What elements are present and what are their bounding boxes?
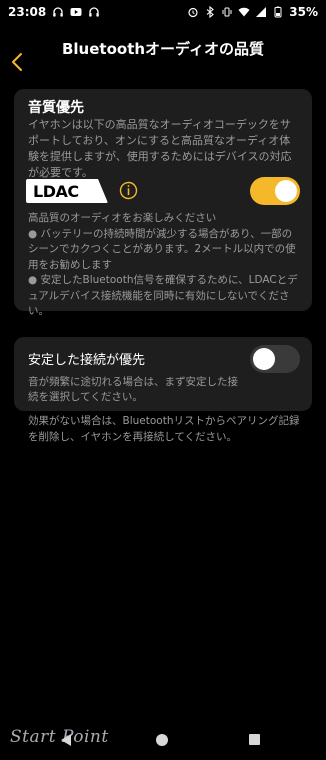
youtube-icon	[70, 6, 82, 18]
ldac-row: LDAC	[26, 177, 300, 207]
stable-connection-description: 音が頻繁に途切れる場合は、まず安定した接続を選択してください。	[28, 376, 238, 403]
signal-icon	[255, 6, 267, 18]
page-title: Bluetoothオーディオの品質	[61, 40, 264, 58]
ldac-label: LDAC	[33, 181, 79, 201]
audio-quality-title: 音質優先	[28, 100, 84, 116]
ldac-description: 高品質のオーディオをお楽しみください ● バッテリーの持続時間が減少する場合があ…	[28, 211, 300, 320]
headphones-icon	[88, 6, 100, 18]
stable-connection-toggle[interactable]	[250, 345, 300, 373]
audio-quality-card: 音質優先 イヤホンは以下の高品質なオーディオコーデックをサポートしており、オンに…	[14, 89, 312, 317]
stable-connection-title: 安定した接続が優先	[28, 353, 146, 368]
nav-bar: Start Point	[0, 720, 326, 760]
nav-back-icon[interactable]	[58, 732, 74, 748]
headphones-icon	[52, 6, 64, 18]
ldac-logo: LDAC	[26, 179, 108, 203]
back-button[interactable]	[6, 50, 28, 74]
stable-connection-card: 安定した接続が優先 音が頻繁に途切れる場合は、まず安定した接続を選択してください…	[14, 337, 312, 411]
ldac-desc-line-1: 高品質のオーディオをお楽しみください	[28, 212, 217, 224]
vibrate-icon	[221, 6, 233, 18]
ldac-toggle[interactable]	[250, 177, 300, 205]
ldac-desc-line-3: ● 安定したBluetooth信号を確保するために、LDACとデュアルデバイス接…	[28, 274, 298, 317]
info-icon[interactable]	[119, 181, 138, 200]
alarm-icon	[187, 6, 199, 18]
battery-percent: 35%	[289, 5, 318, 19]
battery-icon	[272, 6, 284, 18]
audio-quality-description: イヤホンは以下の高品質なオーディオコーデックをサポートしており、オンにすると高品…	[28, 118, 292, 179]
status-bar: 23:08 35%	[0, 0, 326, 24]
header: Bluetoothオーディオの品質	[0, 40, 326, 84]
nav-home-icon[interactable]	[156, 734, 168, 746]
toggle-knob	[275, 180, 297, 202]
bluetooth-icon	[204, 6, 216, 18]
ldac-desc-line-2: ● バッテリーの持続時間が減少する場合があり、一部のシーンでカクつくことがありま…	[28, 227, 296, 271]
toggle-knob	[253, 348, 275, 370]
footer-note: 効果がない場合は、Bluetoothリストからペアリング記録を削除し、イヤホンを…	[28, 415, 300, 443]
wifi-icon	[238, 6, 250, 18]
status-time: 23:08	[8, 5, 47, 19]
nav-recent-icon[interactable]	[249, 734, 260, 745]
chevron-left-icon	[12, 53, 22, 71]
